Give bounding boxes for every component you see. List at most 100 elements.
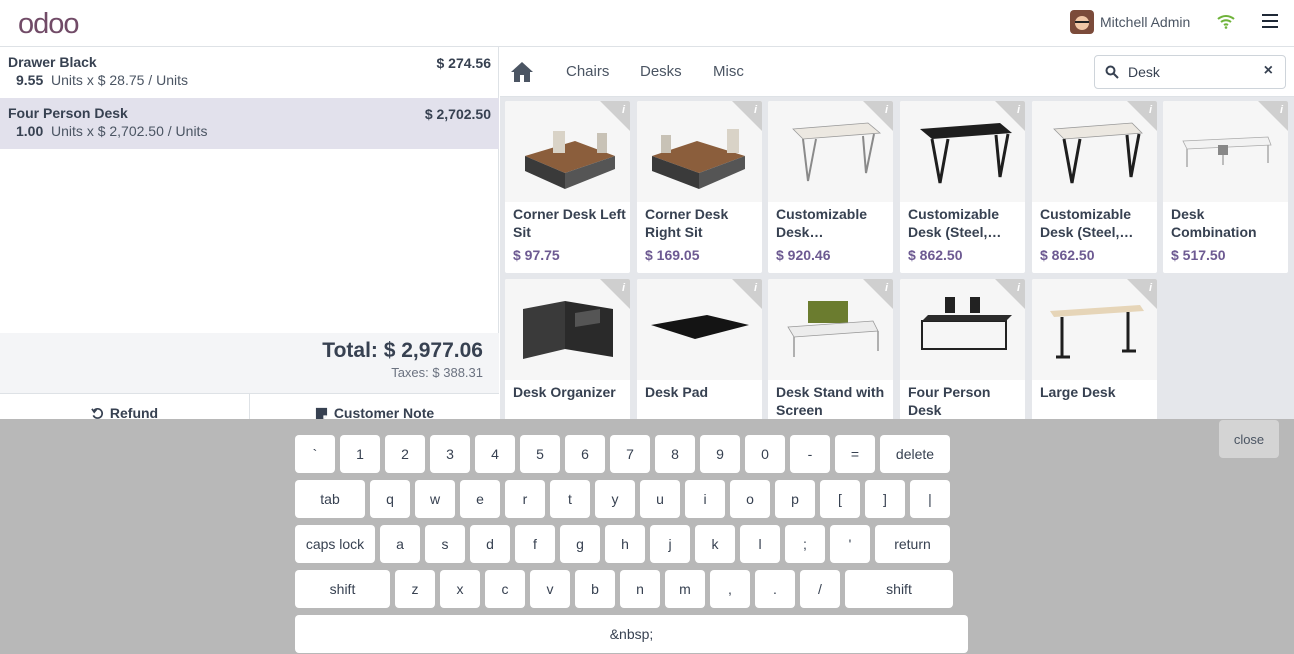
odoo-logo[interactable]: odoo	[18, 8, 80, 41]
key[interactable]: o	[730, 480, 770, 518]
order-line-selected[interactable]: Four Person Desk $ 2,702.50 1.00 Units x…	[0, 98, 499, 149]
info-icon[interactable]: i	[754, 104, 757, 116]
product-card[interactable]: i Corner Desk Left Sit $ 97.75	[504, 100, 631, 274]
key[interactable]: n	[620, 570, 660, 608]
search-input[interactable]	[1128, 63, 1248, 81]
key[interactable]: g	[560, 525, 600, 563]
clear-search-icon[interactable]: ×	[1264, 62, 1273, 80]
key[interactable]: b	[575, 570, 615, 608]
key[interactable]: 8	[655, 435, 695, 473]
key[interactable]: z	[395, 570, 435, 608]
key[interactable]: /	[800, 570, 840, 608]
order-line-quantity: 1.00 Units x $ 2,702.50 / Units	[16, 123, 208, 139]
key[interactable]: v	[530, 570, 570, 608]
key[interactable]: =	[835, 435, 875, 473]
key[interactable]: 7	[610, 435, 650, 473]
product-card[interactable]: i Customizable Desk (Steel, Black) $ 862…	[899, 100, 1026, 274]
info-icon[interactable]: i	[1149, 104, 1152, 116]
key[interactable]: m	[665, 570, 705, 608]
key[interactable]: l	[740, 525, 780, 563]
info-icon[interactable]: i	[1149, 282, 1152, 294]
product-card[interactable]: i Corner Desk Right Sit $ 169.05	[636, 100, 763, 274]
wifi-icon[interactable]	[1216, 13, 1236, 29]
category-desks[interactable]: Desks	[640, 63, 682, 80]
product-card[interactable]: i Desk Organizer	[504, 278, 631, 419]
key[interactable]: [	[820, 480, 860, 518]
info-icon[interactable]: i	[885, 104, 888, 116]
customer-note-button[interactable]: Customer Note	[249, 394, 499, 421]
key[interactable]: 5	[520, 435, 560, 473]
key[interactable]: q	[370, 480, 410, 518]
key[interactable]: f	[515, 525, 555, 563]
key[interactable]: |	[910, 480, 950, 518]
key[interactable]: 3	[430, 435, 470, 473]
shift-key[interactable]: shift	[295, 570, 390, 608]
hamburger-menu-icon[interactable]	[1262, 14, 1278, 30]
caps-lock-key[interactable]: caps lock	[295, 525, 375, 563]
info-icon[interactable]: i	[1017, 282, 1020, 294]
info-icon[interactable]: i	[622, 282, 625, 294]
home-icon[interactable]	[509, 59, 535, 85]
space-key[interactable]: &nbsp;	[295, 615, 968, 653]
product-card[interactable]: i Customizable Desk (Aluminium, White) $…	[767, 100, 894, 274]
order-line[interactable]: Drawer Black $ 274.56 9.55 Units x $ 28.…	[0, 47, 499, 98]
shift-key[interactable]: shift	[845, 570, 953, 608]
key[interactable]: x	[440, 570, 480, 608]
product-card[interactable]: i Desk Combination $ 517.50	[1162, 100, 1289, 274]
key[interactable]: e	[460, 480, 500, 518]
key[interactable]: '	[830, 525, 870, 563]
info-icon[interactable]: i	[1280, 104, 1283, 116]
key[interactable]: s	[425, 525, 465, 563]
search-icon	[1105, 65, 1119, 79]
tab-key[interactable]: tab	[295, 480, 365, 518]
key[interactable]: t	[550, 480, 590, 518]
category-chairs[interactable]: Chairs	[566, 63, 609, 80]
key[interactable]: 0	[745, 435, 785, 473]
product-card[interactable]: i Large Desk	[1031, 278, 1158, 419]
key[interactable]: w	[415, 480, 455, 518]
category-misc[interactable]: Misc	[713, 63, 744, 80]
key[interactable]: c	[485, 570, 525, 608]
key[interactable]: r	[505, 480, 545, 518]
product-price: $ 862.50	[908, 247, 963, 263]
key[interactable]: 1	[340, 435, 380, 473]
key[interactable]: p	[775, 480, 815, 518]
search-box: ×	[1094, 55, 1286, 89]
info-icon[interactable]: i	[622, 104, 625, 116]
product-panel: Chairs Desks Misc ×	[500, 47, 1294, 419]
key[interactable]: a	[380, 525, 420, 563]
info-icon[interactable]: i	[1017, 104, 1020, 116]
key[interactable]: k	[695, 525, 735, 563]
key[interactable]: `	[295, 435, 335, 473]
delete-key[interactable]: delete	[880, 435, 950, 473]
key[interactable]: ,	[710, 570, 750, 608]
avatar	[1070, 10, 1094, 34]
key[interactable]: .	[755, 570, 795, 608]
key[interactable]: 6	[565, 435, 605, 473]
keyboard-close-button[interactable]: close	[1219, 420, 1279, 458]
key[interactable]: -	[790, 435, 830, 473]
info-icon[interactable]: i	[754, 282, 757, 294]
key[interactable]: d	[470, 525, 510, 563]
key[interactable]: u	[640, 480, 680, 518]
key[interactable]: ]	[865, 480, 905, 518]
info-icon[interactable]: i	[885, 282, 888, 294]
product-card[interactable]: i Four Person Desk	[899, 278, 1026, 419]
key[interactable]: j	[650, 525, 690, 563]
info-corner	[995, 101, 1025, 131]
key[interactable]: ;	[785, 525, 825, 563]
product-price: $ 920.46	[776, 247, 831, 263]
key[interactable]: 4	[475, 435, 515, 473]
product-card[interactable]: i Desk Stand with Screen	[767, 278, 894, 419]
return-key[interactable]: return	[875, 525, 950, 563]
product-card[interactable]: i Desk Pad	[636, 278, 763, 419]
key[interactable]: y	[595, 480, 635, 518]
key[interactable]: i	[685, 480, 725, 518]
refund-button[interactable]: Refund	[0, 394, 249, 421]
user-menu[interactable]: Mitchell Admin	[1070, 10, 1190, 34]
key[interactable]: h	[605, 525, 645, 563]
key[interactable]: 9	[700, 435, 740, 473]
user-name: Mitchell Admin	[1100, 14, 1191, 30]
product-card[interactable]: i Customizable Desk (Steel, White) $ 862…	[1031, 100, 1158, 274]
key[interactable]: 2	[385, 435, 425, 473]
